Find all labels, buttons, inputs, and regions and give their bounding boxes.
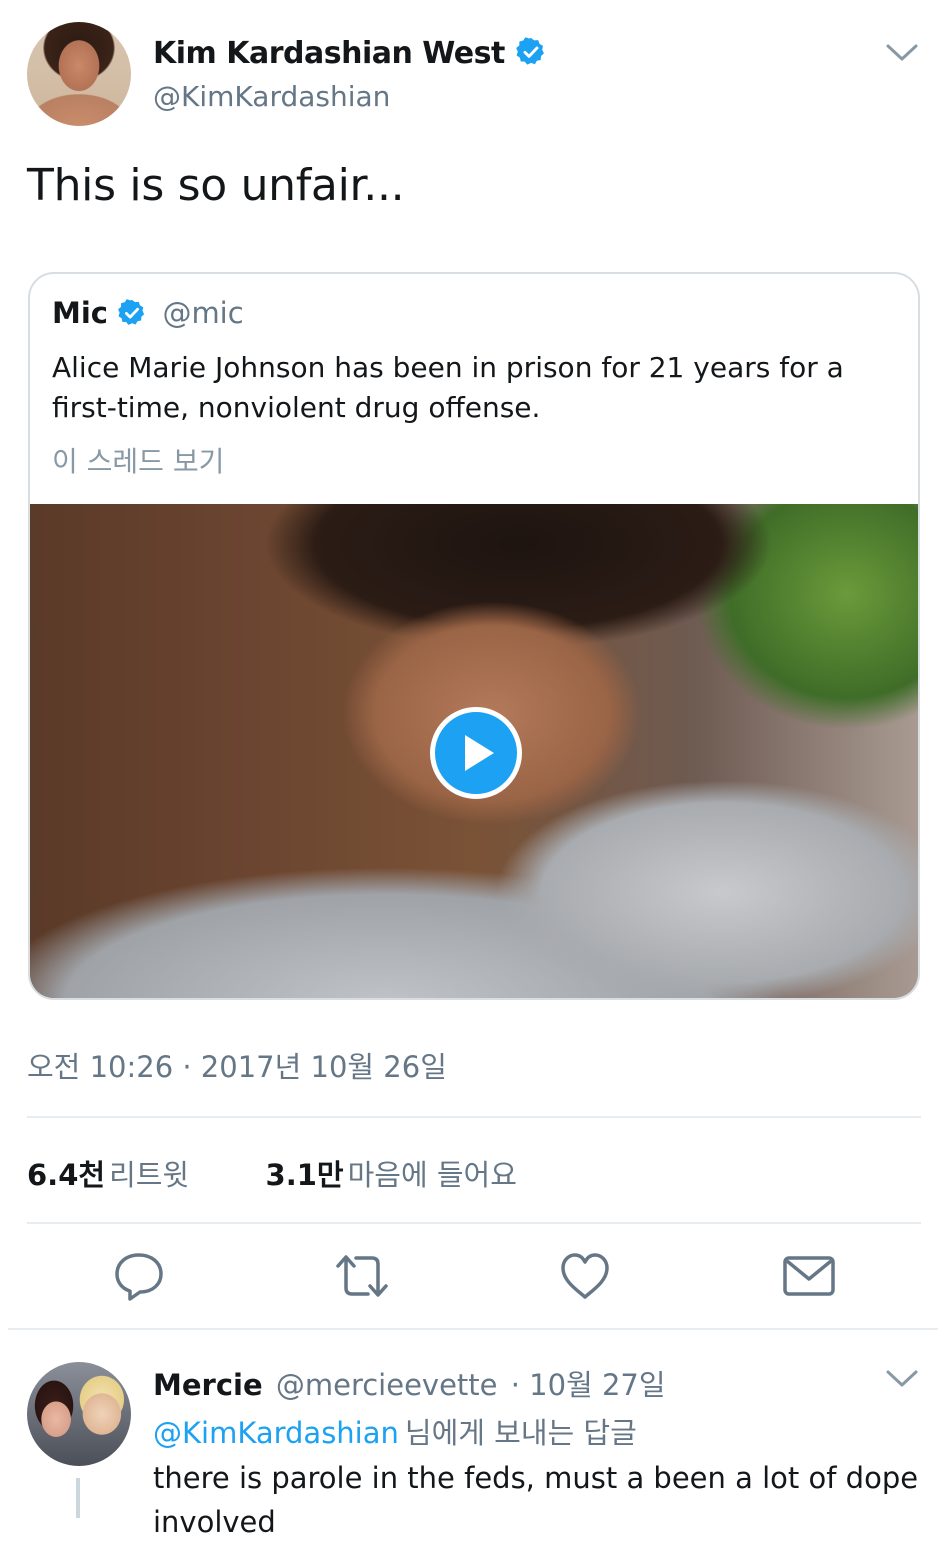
verified-badge-icon: [516, 37, 544, 65]
show-thread-link[interactable]: 이 스레드 보기: [52, 440, 224, 480]
quoted-author-handle: @mic: [162, 296, 244, 330]
video-thumbnail[interactable]: [30, 504, 918, 998]
quoted-tweet-text: Alice Marie Johnson has been in prison f…: [52, 351, 844, 424]
tweet-stats: 6.4천 리트윗 3.1만 마음에 들어요: [27, 1152, 517, 1194]
retweet-icon[interactable]: [334, 1248, 390, 1304]
divider: [8, 1328, 938, 1330]
verified-badge-icon: [118, 299, 145, 325]
play-button[interactable]: [430, 707, 522, 799]
reply-author-avatar[interactable]: [27, 1362, 131, 1466]
author-name-row[interactable]: Kim Kardashian West: [153, 36, 547, 71]
likes-label: 마음에 들어요: [347, 1158, 517, 1192]
reply-author-handle[interactable]: @mercieevette: [276, 1368, 498, 1402]
author-name[interactable]: Kim Kardashian West: [153, 36, 505, 71]
chevron-down-icon[interactable]: [884, 1368, 920, 1390]
retweets-label: 리트윗: [109, 1158, 190, 1192]
divider: [27, 1116, 921, 1118]
play-icon: [465, 735, 494, 771]
retweets-stat[interactable]: 6.4천 리트윗: [27, 1158, 198, 1192]
replying-to-mention[interactable]: @KimKardashian: [153, 1416, 399, 1450]
reply-header: Mercie @mercieevette · 10월 27일: [153, 1362, 666, 1404]
chevron-down-icon[interactable]: [884, 42, 920, 64]
reply-icon[interactable]: [111, 1248, 167, 1304]
reply-text: there is parole in the feds, must a been…: [153, 1461, 919, 1539]
likes-stat[interactable]: 3.1만 마음에 들어요: [266, 1158, 517, 1192]
likes-count: 3.1만: [265, 1158, 344, 1192]
reply-author-name[interactable]: Mercie: [153, 1368, 263, 1402]
quoted-author-name: Mic: [52, 296, 108, 330]
reply-date[interactable]: · 10월 27일: [511, 1368, 666, 1402]
heart-icon[interactable]: [557, 1248, 613, 1304]
retweets-count: 6.4천: [27, 1158, 106, 1192]
replying-to: @KimKardashian 님에게 보내는 답글: [153, 1410, 637, 1452]
author-avatar[interactable]: [27, 22, 131, 126]
tweet-timestamp[interactable]: 오전 10:26 · 2017년 10월 26일: [27, 1044, 447, 1086]
divider: [27, 1222, 921, 1224]
replying-to-label: 님에게 보내는 답글: [404, 1416, 637, 1450]
thread-line: [76, 1478, 80, 1518]
quoted-tweet-card[interactable]: Mic @mic Alice Marie Johnson has been in…: [28, 272, 920, 1000]
envelope-icon[interactable]: [781, 1248, 837, 1304]
tweet-text: This is so unfair...: [27, 160, 405, 211]
author-handle[interactable]: @KimKardashian: [153, 80, 390, 113]
quoted-tweet-header: Mic @mic: [52, 296, 244, 330]
